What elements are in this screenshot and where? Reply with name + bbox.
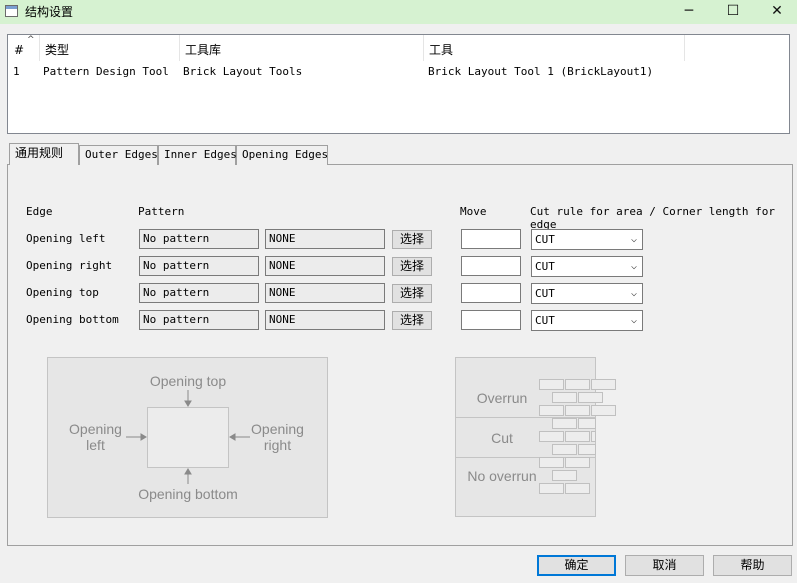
- header-pattern: Pattern: [138, 205, 185, 218]
- edge-label: Opening bottom: [26, 313, 119, 326]
- cell-library: Brick Layout Tools: [183, 65, 303, 78]
- tab-opening-edges[interactable]: Opening Edges: [236, 145, 328, 165]
- select-pattern-button[interactable]: 选择: [392, 284, 432, 303]
- tab-general-rules[interactable]: 通用规则: [9, 143, 79, 165]
- tab-inner-edges[interactable]: Inner Edges: [158, 145, 237, 165]
- cancel-button[interactable]: 取消: [625, 555, 704, 576]
- column-header-library[interactable]: 工具库: [185, 35, 221, 61]
- pattern-field: No pattern: [139, 256, 259, 276]
- header-edge: Edge: [26, 205, 53, 218]
- move-input[interactable]: [461, 283, 521, 303]
- app-icon: [5, 5, 18, 17]
- title-bar: 结构设置 ─ ☐ ✕: [0, 0, 797, 24]
- edge-label: Opening right: [26, 259, 113, 272]
- pattern-field: No pattern: [139, 283, 259, 303]
- pattern-code-field: NONE: [265, 256, 385, 276]
- chevron-down-icon: ⌵: [630, 261, 637, 272]
- tab-outer-edges[interactable]: Outer Edges: [79, 145, 158, 165]
- label-cut: Cut: [491, 430, 513, 446]
- cut-rule-select[interactable]: CUT ⌵: [531, 256, 643, 277]
- cut-rule-select[interactable]: CUT ⌵: [531, 283, 643, 304]
- pattern-code-field: NONE: [265, 310, 385, 330]
- chevron-down-icon: ⌵: [630, 234, 637, 245]
- maximize-button[interactable]: ☐: [711, 0, 755, 24]
- move-input[interactable]: [461, 229, 521, 249]
- move-input[interactable]: [461, 310, 521, 330]
- window-title: 结构设置: [25, 5, 74, 19]
- arrows-icon: [126, 390, 250, 484]
- header-cut-rule: Cut rule for area / Corner length for ed…: [530, 205, 776, 231]
- column-header-tool[interactable]: 工具: [429, 35, 453, 61]
- help-button[interactable]: 帮助: [713, 555, 792, 576]
- opening-edges-diagram: Opening top Opening left Opening right O…: [47, 357, 328, 518]
- pattern-field: No pattern: [139, 310, 259, 330]
- tool-list[interactable]: ^ # 类型 工具库 工具 1 Pattern Design Tool Bric…: [7, 34, 790, 134]
- select-pattern-button[interactable]: 选择: [392, 230, 432, 249]
- pattern-field: No pattern: [139, 229, 259, 249]
- select-pattern-button[interactable]: 选择: [392, 311, 432, 330]
- chevron-down-icon: ⌵: [630, 288, 637, 299]
- edge-label: Opening top: [26, 286, 99, 299]
- pattern-code-field: NONE: [265, 229, 385, 249]
- edge-label: Opening left: [26, 232, 106, 245]
- minimize-button[interactable]: ─: [667, 0, 711, 24]
- header-move: Move: [460, 205, 487, 218]
- column-header-type[interactable]: 类型: [45, 35, 69, 61]
- pattern-code-field: NONE: [265, 283, 385, 303]
- select-pattern-button[interactable]: 选择: [392, 257, 432, 276]
- cut-rule-select[interactable]: CUT ⌵: [531, 310, 643, 331]
- cell-index: 1: [13, 65, 20, 78]
- close-button[interactable]: ✕: [755, 0, 797, 24]
- cell-tool: Brick Layout Tool 1 (BrickLayout1): [428, 65, 654, 78]
- column-header-index[interactable]: ^ #: [14, 35, 35, 61]
- ok-button[interactable]: 确定: [537, 555, 616, 576]
- cell-type: Pattern Design Tool: [43, 65, 169, 78]
- label-overrun: Overrun: [476, 390, 528, 406]
- cut-rule-select[interactable]: CUT ⌵: [531, 229, 643, 250]
- move-input[interactable]: [461, 256, 521, 276]
- chevron-down-icon: ⌵: [630, 315, 637, 326]
- label-no-overrun: No overrun: [467, 468, 537, 484]
- sort-ascending-icon: ^: [27, 35, 35, 45]
